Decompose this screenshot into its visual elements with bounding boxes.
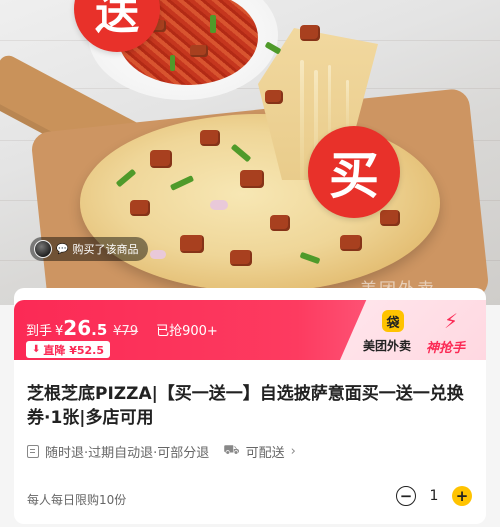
delivery-icon: ⛟ — [223, 443, 240, 458]
price-line: 到手 ¥ 26 .5 ¥79 已抢900+ — [26, 316, 218, 340]
arrow-down-icon: ⬇ — [32, 344, 41, 355]
buy-badge: 买 — [308, 126, 400, 218]
product-title: 芝根芝底PIZZA|【买一送一】自选披萨意面买一送一兑换券·1张|多店可用 — [27, 384, 464, 428]
original-price: ¥79 — [113, 324, 139, 339]
service-row[interactable]: 随时退·过期自动退·可部分退 ⛟ 可配送 › — [27, 442, 296, 461]
shenqiang-brand-name: 神抢手 — [426, 341, 466, 356]
price-drop-badge: ⬇ 直降 ¥52.5 — [26, 341, 111, 358]
product-hero-image[interactable]: 送 买 💬 购买了该商品 美团外卖 — [0, 0, 500, 305]
price-banner: 到手 ¥ 26 .5 ¥79 已抢900+ ⬇ 直降 ¥52.5 袋 美团外卖 … — [14, 300, 486, 360]
price-currency: ¥ — [55, 324, 64, 339]
delivery-text: 可配送 — [245, 446, 285, 461]
purchase-limit-text: 每人每日限购10份 — [27, 493, 127, 507]
brand-panel: 袋 美团外卖 ⚡ 神抢手 — [340, 300, 486, 360]
kangaroo-logo-icon: 袋 — [382, 310, 404, 332]
price-decimal: .5 — [91, 321, 108, 339]
increase-button[interactable]: + — [452, 486, 472, 506]
price-integer: 26 — [63, 316, 92, 340]
avatar — [34, 240, 52, 258]
price-prefix: 到手 — [26, 324, 53, 339]
document-icon — [27, 445, 39, 458]
chat-bubble-icon: 💬 — [56, 243, 69, 255]
recent-buyer-tag: 💬 购买了该商品 — [30, 237, 149, 261]
product-page: 送 买 💬 购买了该商品 美团外卖 到手 ¥ 26 .5 ¥79 已抢900+ … — [0, 0, 500, 527]
price-drop-text: 直降 ¥52.5 — [43, 343, 105, 357]
bolt-logo-icon: ⚡ — [443, 309, 459, 333]
meituan-brand-name: 美团外卖 — [363, 339, 412, 353]
quantity-stepper: − 1 + — [396, 486, 472, 506]
decrease-button[interactable]: − — [396, 486, 416, 506]
chevron-right-icon: › — [290, 444, 296, 459]
buyer-tag-text: 购买了该商品 — [72, 243, 139, 256]
sold-count: 已抢900+ — [156, 324, 218, 339]
refund-policy-text: 随时退·过期自动退·可部分退 — [45, 446, 210, 461]
product-info-card: 到手 ¥ 26 .5 ¥79 已抢900+ ⬇ 直降 ¥52.5 袋 美团外卖 … — [14, 288, 486, 524]
quantity-value: 1 — [429, 488, 439, 504]
